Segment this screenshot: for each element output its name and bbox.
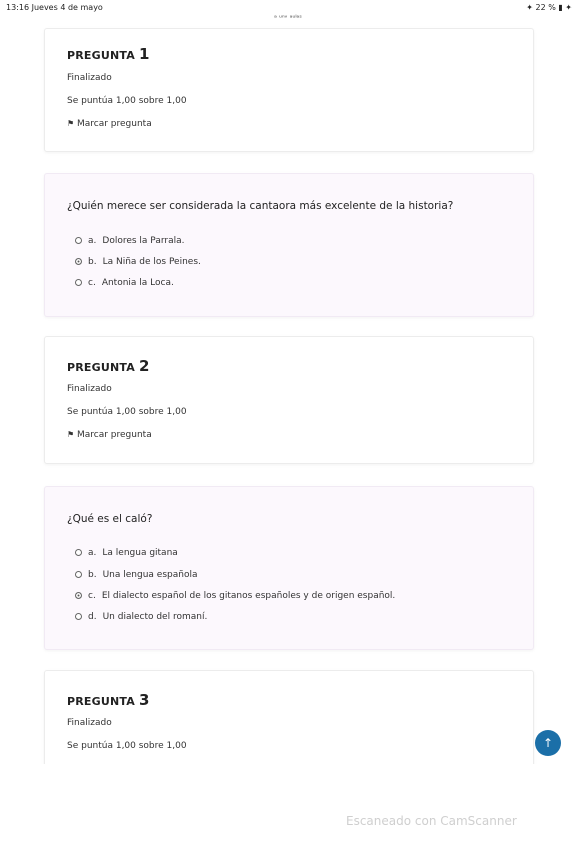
question-1-option-c[interactable]: c. Antonia la Loca. <box>75 278 174 288</box>
radio-button[interactable] <box>75 613 82 620</box>
question-2-option-c[interactable]: c. El dialecto español de los gitanos esp… <box>75 591 395 601</box>
question-2-heading: PREGUNTA 2 <box>67 357 150 375</box>
flag-label: Marcar pregunta <box>77 430 152 440</box>
question-1-text: ¿Quién merece ser considerada la cantaor… <box>67 200 454 212</box>
status-bar: 13:16 Jueves 4 de mayo ᵃ ᵘⁿᵛ ᵃᵘˡᵃˢ ✦ 22 … <box>0 0 576 26</box>
question-1-info-card: PREGUNTA 1 Finalizado Se puntúa 1,00 sobr… <box>44 28 534 152</box>
question-label: PREGUNTA <box>67 49 135 62</box>
question-2-flag-link[interactable]: ⚑ Marcar pregunta <box>67 430 152 440</box>
question-1-score: Se puntúa 1,00 sobre 1,00 <box>67 96 187 106</box>
radio-button[interactable] <box>75 571 82 578</box>
question-label: PREGUNTA <box>67 695 135 708</box>
question-1-option-b[interactable]: b. La Niña de los Peines. <box>75 257 201 267</box>
arrow-up-icon: ↑ <box>542 736 554 750</box>
flag-label: Marcar pregunta <box>77 119 152 129</box>
radio-button-selected[interactable] <box>75 258 82 265</box>
question-2-info-card: PREGUNTA 2 Finalizado Se puntúa 1,00 sobr… <box>44 336 534 464</box>
camscanner-watermark: Escaneado con CamScanner <box>346 814 517 828</box>
question-1-flag-link[interactable]: ⚑ Marcar pregunta <box>67 119 152 129</box>
radio-button[interactable] <box>75 237 82 244</box>
question-1-heading: PREGUNTA 1 <box>67 45 150 63</box>
question-2-content-card: ¿Qué es el caló? a. La lengua gitana b. Un… <box>44 486 534 650</box>
question-2-score: Se puntúa 1,00 sobre 1,00 <box>67 407 187 417</box>
question-2-option-b[interactable]: b. Una lengua española <box>75 570 197 580</box>
question-number: 1 <box>138 45 150 63</box>
question-3-status: Finalizado <box>67 718 112 728</box>
radio-button[interactable] <box>75 549 82 556</box>
question-number: 3 <box>138 691 150 709</box>
flag-icon: ⚑ <box>67 119 75 128</box>
flag-icon: ⚑ <box>67 430 75 439</box>
status-time-date: 13:16 Jueves 4 de mayo <box>6 3 103 12</box>
question-2-option-a[interactable]: a. La lengua gitana <box>75 548 178 558</box>
question-2-option-d[interactable]: d. Un dialecto del romaní. <box>75 612 207 622</box>
question-3-score: Se puntúa 1,00 sobre 1,00 <box>67 741 187 751</box>
question-number: 2 <box>138 357 150 375</box>
question-label: PREGUNTA <box>67 361 135 374</box>
status-indicators: ✦ 22 % ▮ ✦ <box>526 3 572 12</box>
url-bar[interactable]: ᵃ ᵘⁿᵛ ᵃᵘˡᵃˢ <box>0 14 576 22</box>
question-3-heading: PREGUNTA 3 <box>67 691 150 709</box>
question-2-status: Finalizado <box>67 384 112 394</box>
back-to-top-button[interactable]: ↑ <box>535 730 561 756</box>
radio-button-selected[interactable] <box>75 592 82 599</box>
question-1-status: Finalizado <box>67 73 112 83</box>
question-2-text: ¿Qué es el caló? <box>67 513 153 525</box>
scan-bottom-margin <box>0 764 576 848</box>
question-1-option-a[interactable]: a. Dolores la Parrala. <box>75 236 184 246</box>
radio-button[interactable] <box>75 279 82 286</box>
question-1-content-card: ¿Quién merece ser considerada la cantaor… <box>44 173 534 317</box>
